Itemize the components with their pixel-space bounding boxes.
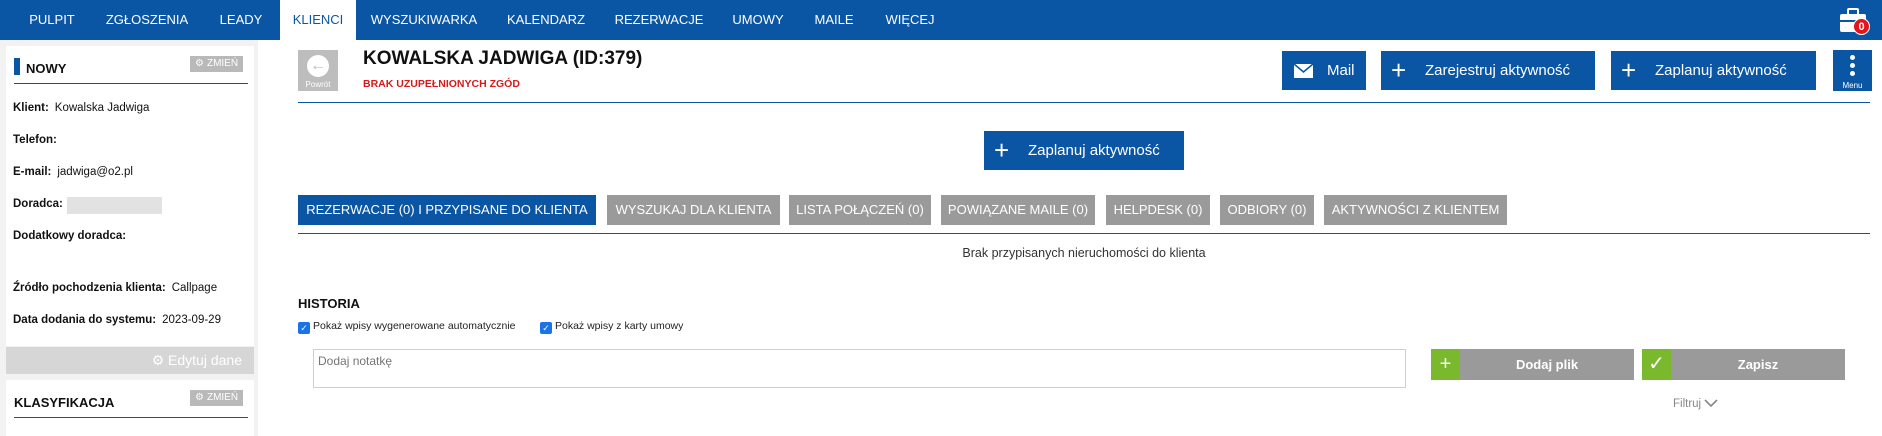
- nav-kalendarz[interactable]: KALENDARZ: [500, 0, 592, 40]
- header-divider: [298, 102, 1870, 103]
- status-card: NOWY ⚙ ZMIEŃ: [6, 46, 254, 346]
- divider: [14, 83, 248, 84]
- filter-toggle[interactable]: Filtruj: [1673, 398, 1718, 410]
- client-title: KOWALSKA JADWIGA (ID:379): [363, 48, 643, 69]
- change-classification-button[interactable]: ⚙ ZMIEŃ: [190, 390, 244, 406]
- checkbox-contract-entries[interactable]: ✓ Pokaż wpisy z karty umowy: [540, 320, 683, 334]
- status-marker: [14, 58, 20, 75]
- field-source: Źródło pochodzenia klienta: Callpage: [13, 282, 218, 294]
- nav-maile[interactable]: MAILE: [806, 0, 862, 40]
- classification-card: KLASYFIKACJA ⚙ ZMIEŃ: [6, 380, 254, 436]
- note-input[interactable]: [313, 349, 1406, 388]
- edit-data-button[interactable]: ⚙ Edytuj dane: [6, 347, 254, 374]
- tab-related-mails[interactable]: POWIĄZANE MAILE (0): [941, 195, 1095, 225]
- field-phone: Telefon:: [13, 134, 57, 146]
- change-status-button[interactable]: ⚙ ZMIEŃ: [190, 56, 244, 72]
- gear-icon: ⚙: [151, 352, 165, 368]
- register-activity-button[interactable]: + Zarejestruj aktywność: [1381, 51, 1595, 90]
- nav-klienci[interactable]: KLIENCI: [280, 0, 356, 40]
- plus-icon: +: [1621, 55, 1637, 85]
- checkbox-auto-entries[interactable]: ✓ Pokaż wpisy wygenerowane automatycznie: [298, 320, 516, 334]
- plan-activity-button[interactable]: + Zaplanuj aktywność: [1611, 51, 1816, 90]
- tab-search-for-client[interactable]: WYSZUKAJ DLA KLIENTA: [607, 195, 780, 225]
- check-icon: ✓: [1642, 349, 1671, 380]
- client-sidebar: NOWY ⚙ ZMIEŃ Klient: Kowalska Jadwiga Tele…: [0, 40, 258, 436]
- history-title: HISTORIA: [298, 296, 360, 311]
- checkmark-icon: ✓: [298, 322, 310, 334]
- menu-button[interactable]: Menu: [1833, 50, 1872, 91]
- field-date-added: Data dodania do systemu: 2023-09-29: [13, 314, 221, 326]
- mail-button[interactable]: Mail: [1282, 51, 1366, 90]
- nav-wiecej[interactable]: WIĘCEJ: [878, 0, 942, 40]
- gear-icon: ⚙: [195, 58, 204, 69]
- nav-wyszukiwarka[interactable]: WYSZUKIWARKA: [364, 0, 484, 40]
- classification-title: KLASYFIKACJA: [14, 395, 115, 410]
- plus-icon: +: [1391, 55, 1407, 85]
- arrow-left-icon: ←: [307, 55, 329, 77]
- field-additional-advisor: Dodatkowy doradca:: [13, 230, 127, 242]
- field-client: Klient: Kowalska Jadwiga: [13, 102, 150, 114]
- tab-reservations[interactable]: REZERWACJE (0) I PRZYPISANE DO KLIENTA: [298, 195, 596, 225]
- tab-helpdesk[interactable]: HELPDESK (0): [1106, 195, 1210, 225]
- tab-pickups[interactable]: ODBIORY (0): [1220, 195, 1314, 225]
- empty-properties-message: Brak przypisanych nieruchomości do klien…: [962, 246, 1206, 260]
- nav-zgloszenia[interactable]: ZGŁOSZENIA: [96, 0, 198, 40]
- tabs-divider: [298, 233, 1870, 234]
- field-email: E-mail: jadwiga@o2.pl: [13, 166, 133, 178]
- back-button[interactable]: ← Powrót: [298, 50, 338, 91]
- consent-warning: BRAK UZUPEŁNIONYCH ZGÓD: [363, 78, 520, 90]
- envelope-icon: [1294, 64, 1313, 78]
- status-title: NOWY: [26, 61, 67, 76]
- nav-umowy[interactable]: UMOWY: [726, 0, 790, 40]
- nav-rezerwacje[interactable]: REZERWACJE: [608, 0, 710, 40]
- field-advisor: Doradca:: [13, 198, 63, 210]
- plus-icon: +: [1431, 349, 1460, 380]
- plus-icon: +: [994, 135, 1010, 165]
- tab-client-activities[interactable]: AKTYWNOŚCI Z KLIENTEM: [1324, 195, 1507, 225]
- back-label: Powrót: [305, 80, 331, 89]
- notification-badge: 0: [1853, 18, 1870, 35]
- divider: [14, 417, 248, 418]
- tab-call-list[interactable]: LISTA POŁĄCZEŃ (0): [789, 195, 931, 225]
- top-navigation: PULPIT ZGŁOSZENIA LEADY KLIENCI WYSZUKIW…: [0, 0, 1882, 40]
- save-button[interactable]: ✓ Zapisz: [1642, 349, 1845, 380]
- advisor-redacted: [67, 197, 162, 214]
- plan-activity-center-button[interactable]: + Zaplanuj aktywność: [984, 131, 1184, 170]
- checkmark-icon: ✓: [540, 322, 552, 334]
- menu-label: Menu: [1842, 81, 1863, 90]
- nav-leady[interactable]: LEADY: [206, 0, 276, 40]
- chevron-down-icon: [1704, 399, 1718, 408]
- nav-pulpit[interactable]: PULPIT: [14, 0, 90, 40]
- gear-icon: ⚙: [195, 392, 204, 403]
- kebab-icon: [1850, 55, 1855, 60]
- add-file-button[interactable]: + Dodaj plik: [1431, 349, 1634, 380]
